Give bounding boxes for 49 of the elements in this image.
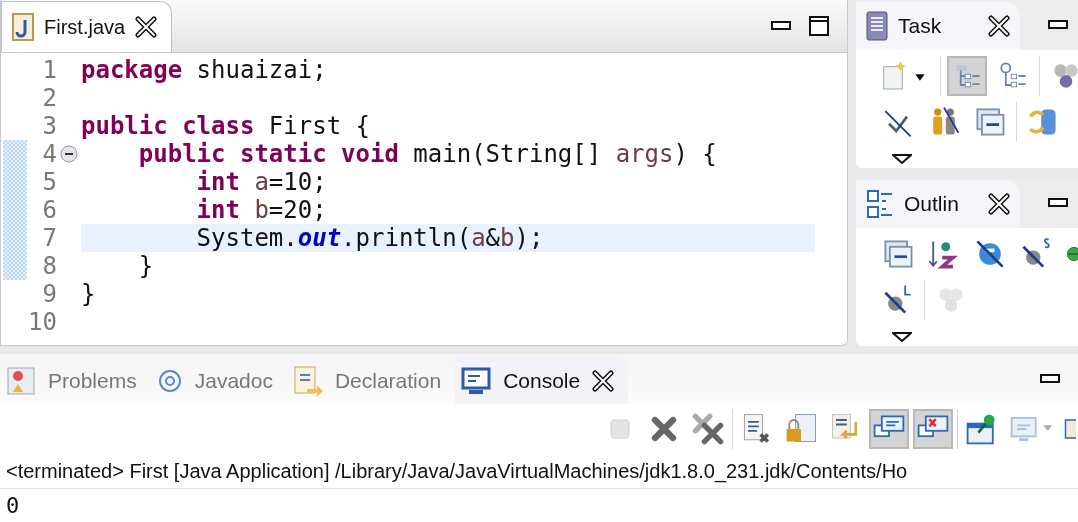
line-number: 4 bbox=[42, 140, 57, 168]
toolbar-button[interactable] bbox=[869, 409, 909, 449]
fold-icon[interactable] bbox=[60, 145, 78, 163]
view-title: Outlin bbox=[904, 192, 960, 216]
view-tab[interactable]: Declaration bbox=[286, 358, 456, 404]
view-title: Task bbox=[898, 14, 943, 38]
view-tab[interactable]: Javadoc bbox=[150, 358, 287, 404]
close-icon[interactable] bbox=[135, 16, 158, 38]
minimize-icon[interactable] bbox=[1048, 20, 1068, 30]
task-list-icon bbox=[866, 11, 888, 41]
view-menu-icon[interactable] bbox=[892, 154, 912, 164]
minimize-icon[interactable] bbox=[1040, 374, 1060, 384]
close-icon[interactable] bbox=[988, 193, 1010, 215]
line-number: 10 bbox=[28, 308, 57, 336]
declaration-icon bbox=[292, 365, 323, 397]
minimize-icon[interactable] bbox=[1048, 198, 1068, 208]
monitor-icon bbox=[461, 366, 492, 396]
minimize-icon[interactable] bbox=[771, 21, 791, 31]
view-tab[interactable]: Problems bbox=[0, 358, 151, 404]
line-number: 7 bbox=[42, 224, 57, 252]
code-line: } bbox=[137, 252, 155, 280]
console-output: 0 bbox=[5, 492, 21, 520]
editor-tab[interactable]: First.java bbox=[1, 1, 173, 52]
line-number: 1 bbox=[42, 56, 57, 84]
close-icon[interactable] bbox=[988, 15, 1010, 37]
close-icon[interactable] bbox=[592, 370, 615, 392]
maximize-icon[interactable] bbox=[809, 16, 829, 36]
code-line: int a=10; bbox=[195, 168, 328, 196]
line-number: 3 bbox=[42, 112, 57, 140]
line-number: 6 bbox=[42, 196, 57, 224]
console-header: <terminated> First [Java Application] /Library/Java/JavaVirtualMachines/jdk1.8.0_231.jdk/Contents/Ho bbox=[0, 454, 1078, 489]
code-line: } bbox=[81, 280, 97, 308]
line-number: 5 bbox=[42, 168, 57, 196]
code-line: public class First { bbox=[81, 112, 371, 140]
view-tab[interactable]: Task bbox=[856, 2, 1020, 50]
toolbar-button[interactable] bbox=[913, 409, 953, 449]
code-line: int b=20; bbox=[195, 196, 328, 224]
code-line: public static void main(String[] args) { bbox=[137, 140, 718, 168]
view-tab[interactable]: Console bbox=[455, 358, 629, 404]
view-menu-icon[interactable] bbox=[892, 332, 912, 342]
java-file-icon bbox=[12, 13, 34, 41]
outline-icon bbox=[866, 189, 894, 219]
line-number: 8 bbox=[42, 252, 57, 280]
view-tab[interactable]: Outlin bbox=[856, 180, 1020, 228]
line-number: 9 bbox=[42, 280, 57, 308]
code-line: package shuaizai; bbox=[81, 56, 328, 84]
tab-label: First.java bbox=[44, 15, 126, 39]
problems-icon bbox=[6, 366, 36, 396]
line-number: 2 bbox=[42, 84, 57, 112]
